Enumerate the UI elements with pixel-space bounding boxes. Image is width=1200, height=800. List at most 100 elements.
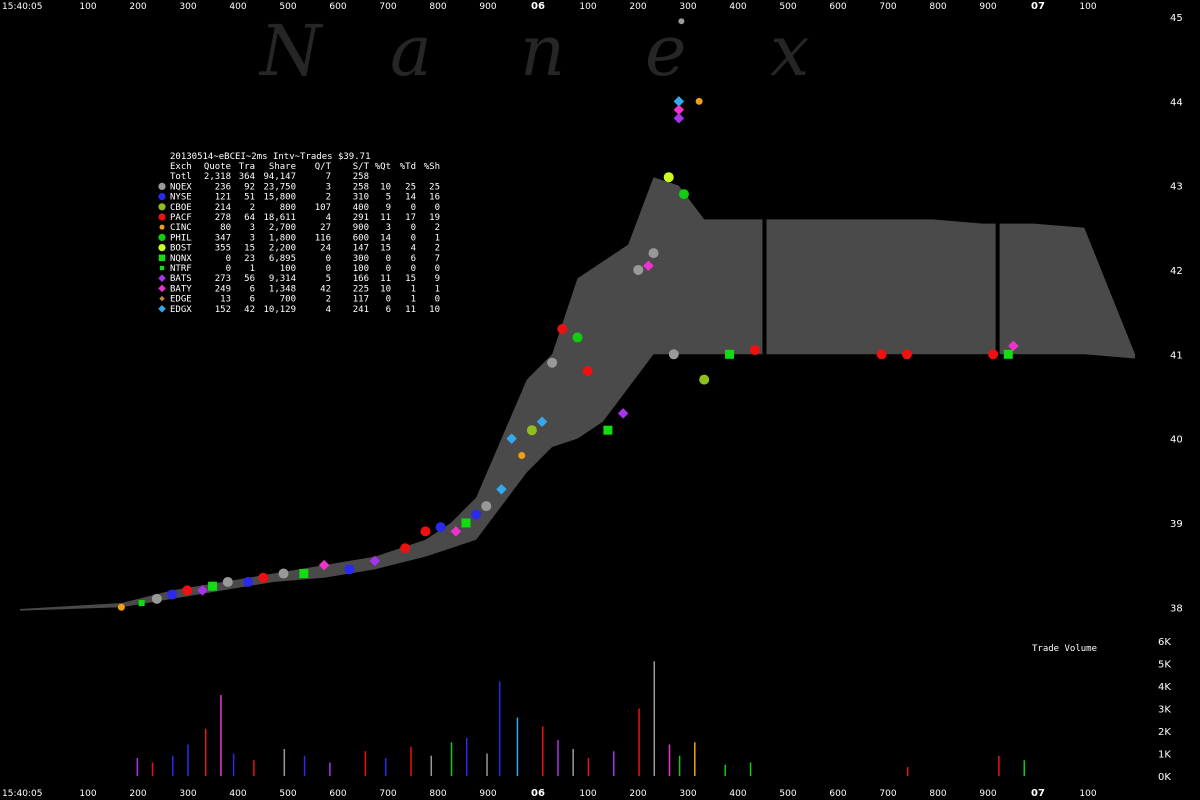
- legend-cell: EDGE: [170, 295, 192, 305]
- bottom-axis-tick-label: 500: [279, 789, 296, 799]
- legend-cell: 5: [386, 193, 391, 203]
- trade-marker: [749, 345, 760, 356]
- legend-cell: 1: [250, 264, 255, 274]
- trade-marker: [258, 572, 269, 583]
- bottom-axis-tick-label: 100: [579, 789, 596, 799]
- legend-cell: PACF: [170, 213, 192, 223]
- bottom-axis-tick-label: 07: [1031, 788, 1045, 799]
- volume-bar: [410, 746, 412, 776]
- legend-cell: 15: [405, 274, 416, 284]
- legend-total-cell: 2,318: [204, 172, 231, 182]
- legend-cell: 0: [435, 264, 440, 274]
- legend-cell: 166: [353, 274, 369, 284]
- legend-marker: [158, 203, 166, 211]
- trade-marker: [633, 264, 644, 275]
- legend-cell: 152: [215, 305, 231, 315]
- trade-chart: N a n e x 15:40:05 15:40:05 100 200 300 400…: [0, 0, 1200, 800]
- legend-cell: 10: [429, 305, 440, 315]
- legend-cell: 400: [353, 203, 369, 213]
- volume-tick-label: 5K: [1158, 660, 1171, 671]
- volume-bar: [572, 749, 574, 776]
- top-axis-tick-label: 900: [479, 2, 496, 12]
- legend-header-cell: Exch: [170, 162, 192, 172]
- trade-marker: [117, 603, 125, 611]
- volume-bar: [587, 758, 590, 776]
- trade-marker: [526, 425, 537, 436]
- legend-cell: 236: [215, 182, 231, 192]
- legend-cell: 19: [429, 213, 440, 223]
- legend-cell: 16: [429, 193, 440, 203]
- top-axis-tick-label: 500: [279, 2, 296, 12]
- volume-tick-label: 4K: [1158, 682, 1171, 693]
- legend-cell: 355: [215, 244, 231, 254]
- legend-total-cell: 364: [239, 172, 255, 182]
- legend-cell: CBOE: [170, 203, 192, 213]
- legend-cell: 100: [353, 264, 369, 274]
- bottom-axis-tick-label: 300: [179, 789, 196, 799]
- legend-cell: 4: [411, 244, 416, 254]
- legend-cell: 1,800: [269, 233, 296, 243]
- bottom-axis-tick-label: 200: [629, 789, 646, 799]
- volume-bar: [668, 744, 671, 776]
- legend-cell: 900: [353, 223, 369, 233]
- top-axis-tick-label: 700: [879, 2, 896, 12]
- trade-marker: [668, 349, 679, 360]
- volume-tick-label: 1K: [1158, 750, 1171, 761]
- time-start-label-top: 15:40:05: [2, 2, 42, 12]
- legend-cell: 214: [215, 203, 231, 213]
- bottom-axis-tick-label: 100: [1079, 789, 1096, 799]
- top-axis-tick-label: 300: [179, 2, 196, 12]
- volume-bar: [204, 728, 207, 776]
- trade-marker: [582, 366, 593, 377]
- legend-cell: NQNX: [170, 254, 192, 264]
- legend-cell: 107: [315, 203, 331, 213]
- legend-cell: 147: [353, 244, 369, 254]
- legend-cell: 0: [411, 264, 416, 274]
- legend-cell: 7: [435, 254, 440, 264]
- trade-marker: [400, 543, 411, 554]
- bottom-axis-tick-label: 800: [429, 789, 446, 799]
- volume-bar: [364, 751, 367, 776]
- trade-marker: [167, 589, 178, 600]
- volume-tick-label: 6K: [1158, 637, 1171, 648]
- volume-bar: [136, 758, 139, 776]
- legend-marker: [158, 213, 166, 221]
- legend-marker: [159, 265, 165, 271]
- volume-bar: [303, 755, 306, 776]
- legend-cell: 121: [215, 193, 231, 203]
- price-tick-label: 38: [1170, 603, 1183, 614]
- legend-cell: PHIL: [170, 233, 192, 243]
- legend-cell: 0: [386, 295, 391, 305]
- volume-bar: [542, 726, 544, 776]
- legend-cell: 2: [435, 244, 440, 254]
- legend-cell: 291: [353, 213, 369, 223]
- legend-cell: 0: [226, 254, 231, 264]
- legend-header-cell: Q/T: [315, 162, 332, 172]
- legend-cell: 15,800: [263, 193, 296, 203]
- trade-marker: [678, 18, 685, 25]
- legend-cell: 11: [405, 305, 416, 315]
- legend-cell: 18,611: [263, 213, 296, 223]
- price-tick-label: 44: [1170, 97, 1183, 108]
- top-axis-tick-label: 200: [629, 2, 646, 12]
- trade-marker: [435, 522, 446, 533]
- legend-cell: 27: [320, 223, 331, 233]
- legend-cell: 2: [250, 203, 255, 213]
- trade-marker: [138, 600, 145, 607]
- legend-header-cell: %Td: [400, 162, 416, 172]
- price-tick-label: 42: [1170, 266, 1183, 277]
- legend-total-cell: 94,147: [263, 172, 296, 182]
- bottom-axis-tick-label: 400: [229, 789, 246, 799]
- price-tick-label: 41: [1170, 350, 1183, 361]
- trade-marker: [222, 576, 233, 587]
- legend-header-cell: Tra: [239, 162, 255, 172]
- bottom-axis-tick-label: 400: [729, 789, 746, 799]
- legend-cell: NTRF: [170, 264, 192, 274]
- volume-bar: [232, 753, 235, 776]
- legend-cell: 2,200: [269, 244, 296, 254]
- legend-cell: 1: [435, 233, 440, 243]
- trade-marker: [988, 349, 999, 360]
- top-axis-tick-label: 400: [229, 2, 246, 12]
- legend-cell: 10: [380, 182, 391, 192]
- volume-bar: [486, 753, 488, 776]
